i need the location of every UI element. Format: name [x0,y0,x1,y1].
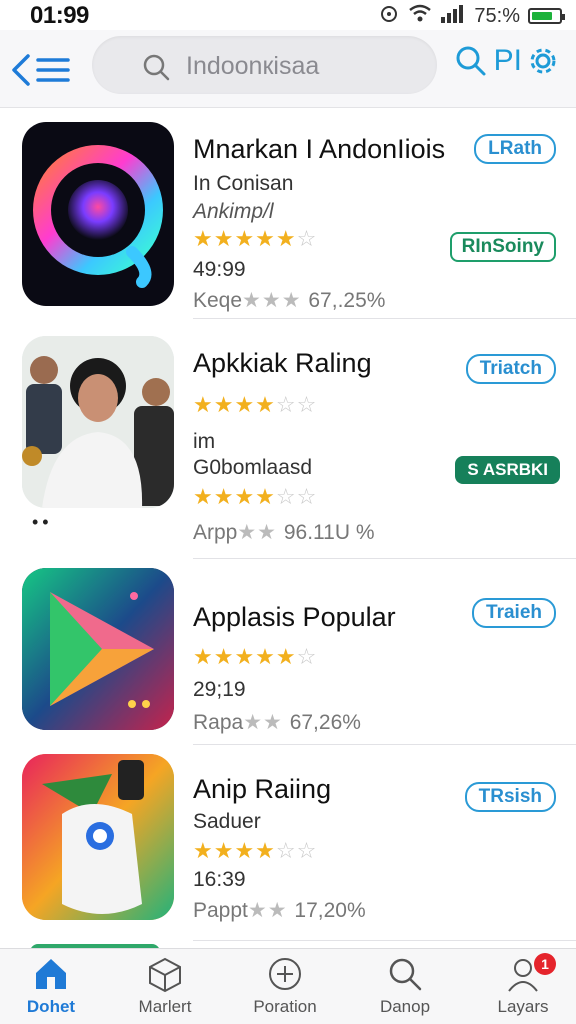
metric-prefix: Arpp [193,521,238,544]
app-count: 49:99 [193,258,246,281]
install-button[interactable]: Traieh [472,598,556,628]
tab-label: Poration [253,997,317,1016]
secondary-button[interactable]: S ASRBKI [455,456,560,484]
app-metric: Rapa★★ 67,26% [193,711,361,734]
status-time: 01:99 [30,2,89,29]
alarm-icon [378,2,400,30]
app-subtitle: im [193,430,216,453]
list-item[interactable]: •• Apkkiak Raling ★★★★☆☆ im G0bomlaasd ★… [0,334,576,554]
search-placeholder: Indoonкisaa [186,52,320,80]
back-chevron-icon [12,54,70,86]
app-subtitle: Saduer [193,810,261,833]
install-button[interactable]: Triatch [465,354,556,384]
divider [193,318,576,319]
app-metric: Pappt★★ 17,20% [193,899,366,922]
app-icon-people [22,336,174,508]
app-title: Apkkiak Raling [193,348,372,378]
battery-fill [532,12,552,20]
list-item[interactable]: Mnarkan I AndonIiois In Conisan Ankimp/l… [0,120,576,320]
app-category: Ankimp/l [193,200,274,223]
divider [193,558,576,559]
search-action-icon[interactable] [454,44,488,78]
rating-stars: ★★★★★☆ [193,226,318,251]
app-subtitle: In Conisan [193,172,294,195]
metric-value: 17,20% [294,899,366,922]
status-bar: 01:99 75:% [0,0,576,30]
battery-icon [528,8,565,24]
app-title: Anip Raiing [193,774,332,804]
rating-stars: ★★★★☆☆ [193,392,318,417]
search-icon [389,958,422,991]
install-button[interactable]: TRsish [464,782,556,812]
divider [193,744,576,745]
gear-icon[interactable] [528,46,558,76]
tab-label: Danop [379,997,431,1016]
app-category: G0bomlaasd [193,456,313,479]
battery-percent: 75:% [474,4,520,27]
rating-stars: ★★★★☆☆ [193,838,318,863]
tab-label: Marlert [138,997,192,1016]
app-count: 16:39 [193,868,246,891]
app-icon-play [22,568,174,730]
metric-value: 96.11U % [283,521,375,544]
tab-profile[interactable]: 1 Layars [468,953,576,1017]
back-menu-button[interactable] [10,50,74,90]
app-title: Applasis Popular [193,602,396,632]
tab-market[interactable]: Marlert [110,955,220,1017]
signal-icon [440,3,466,29]
app-icon-character [22,754,174,920]
notification-badge: 1 [534,953,556,975]
secondary-button[interactable]: RInSoiny [449,232,556,262]
search-input[interactable]: Indoonкisaa [92,36,437,94]
app-metric: Arpp★★ 96.11U % [193,521,375,544]
metric-prefix: Keqe [193,289,243,312]
tab-home[interactable]: Dohet [0,955,106,1017]
install-button[interactable]: LRath [474,134,556,164]
metric-prefix: Rapa [193,711,244,734]
metric-prefix: Pappt [193,899,248,922]
search-icon [143,54,170,81]
wifi-icon [408,3,432,29]
more-dots[interactable]: •• [32,512,53,533]
header-right-label[interactable]: PI [494,44,522,78]
tab-search[interactable]: Danop [350,955,460,1017]
status-icons: 75:% [378,2,565,30]
rating-stars-secondary: ★★★★☆☆ [193,484,318,509]
tab-add[interactable]: Poration [230,955,340,1017]
list-item[interactable]: Anip Raiing Saduer ★★★★☆☆ 16:39 Pappt★★ … [0,752,576,942]
metric-value: 67,.25% [308,289,386,312]
tab-bar: Dohet Marlert Poration Danop 1 Layars [0,948,576,1024]
app-title: Mnarkan I AndonIiois [193,134,446,164]
home-icon [36,959,66,989]
app-metric: Keqe★★★ 67,.25% [193,289,386,312]
tab-label: Layars [497,997,549,1016]
metric-value: 67,26% [289,711,361,734]
cube-icon [149,957,181,993]
divider [193,940,576,941]
tab-label: Dohet [26,997,76,1016]
plus-circle-icon [269,958,301,990]
list-item[interactable]: Applasis Popular ★★★★★☆ 29;19 Rapa★★ 67,… [0,566,576,746]
rating-stars: ★★★★★☆ [193,644,318,669]
header-actions: PI [454,44,558,78]
app-count: 29;19 [193,678,246,701]
header: Indoonкisaa PI [0,30,576,108]
app-icon-ring [22,122,174,306]
